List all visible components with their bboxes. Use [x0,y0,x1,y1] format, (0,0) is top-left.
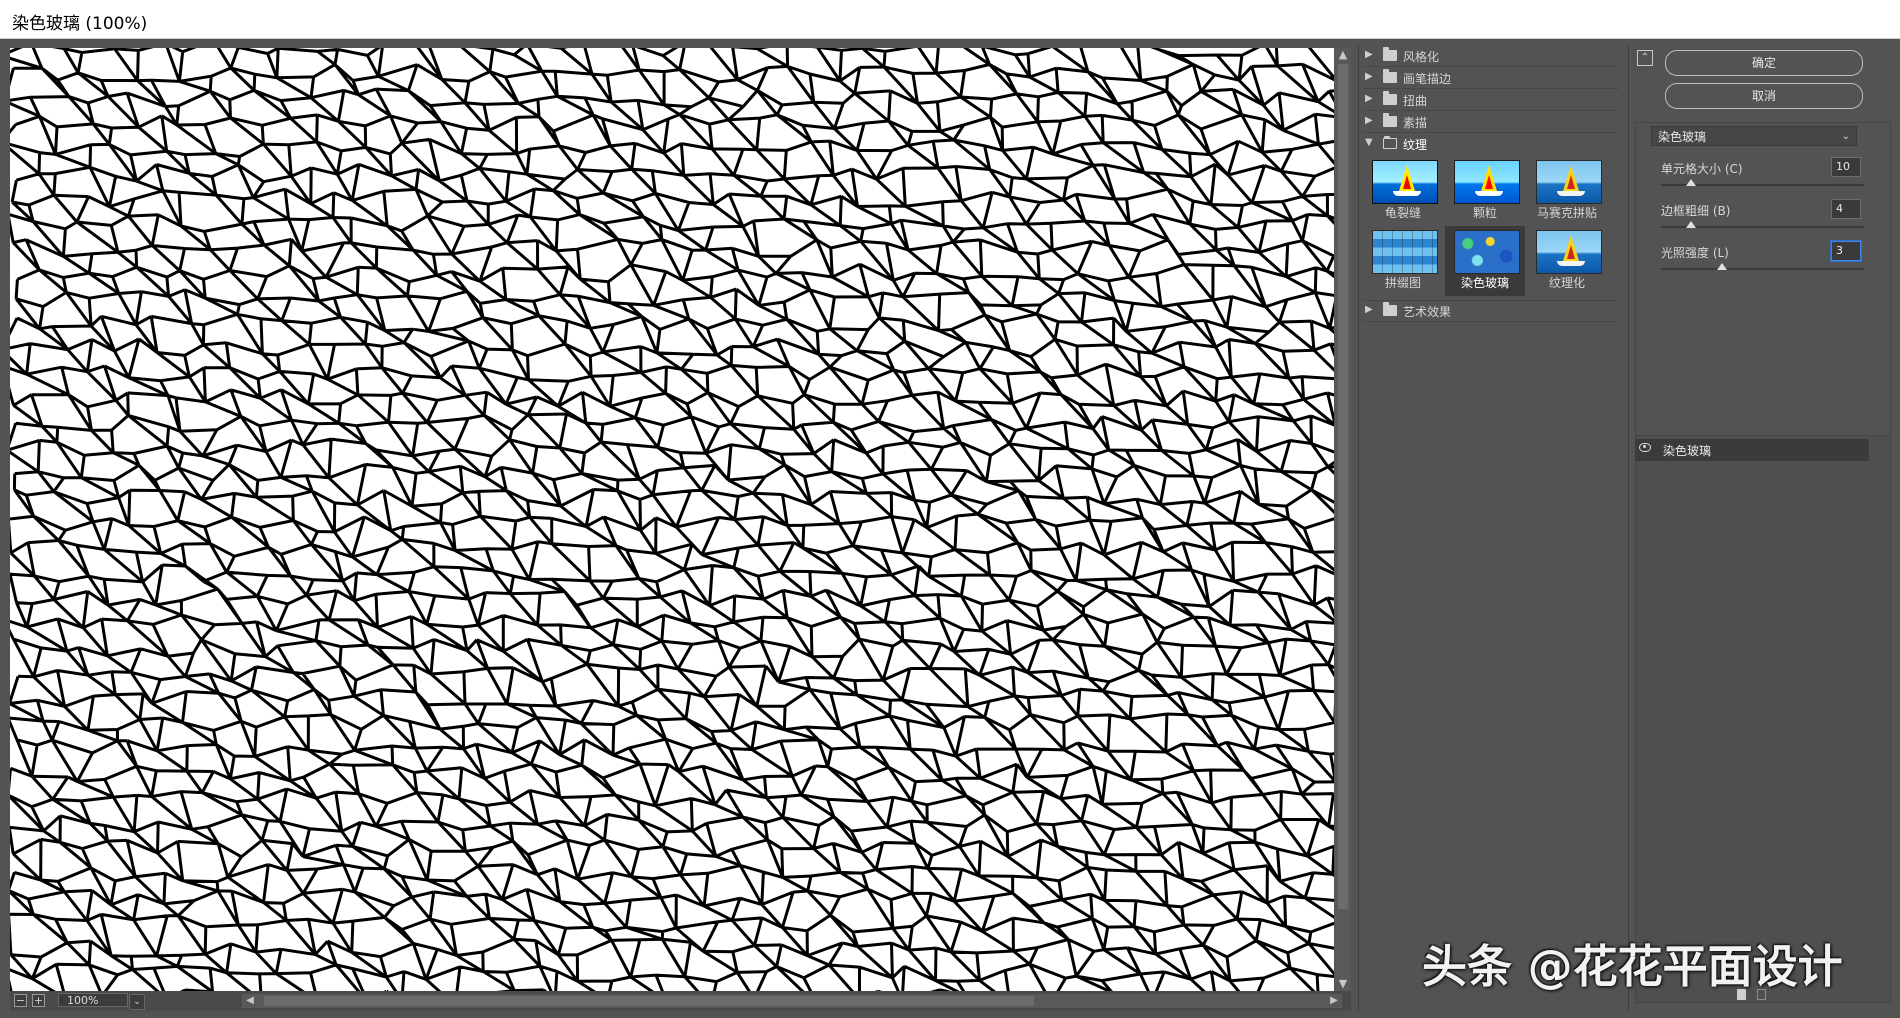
category-artistic[interactable]: ▶ 艺术效果 [1363,300,1619,322]
zoom-value: 100% [67,994,99,1007]
filter-label: 龟裂缝 [1384,206,1421,220]
collapse-gallery-icon[interactable]: ⌃ [1637,50,1653,66]
filter-thumbnail [1454,230,1520,274]
stained-glass-preview [10,48,1334,991]
expand-arrow-icon[interactable]: ▶ [1365,49,1373,60]
category-distort[interactable]: ▶ 扭曲 [1363,90,1619,111]
preview-canvas[interactable] [10,48,1334,991]
filter-label: 染色玻璃 [1460,276,1509,290]
filter-mosaic-tiles[interactable]: 马赛克拼贴 [1527,156,1607,226]
filter-craquelure[interactable]: 龟裂缝 [1363,156,1443,226]
filter-thumbnail [1372,160,1438,204]
filter-thumbnail [1454,160,1520,204]
folder-icon [1383,302,1397,316]
filter-grain[interactable]: 颗粒 [1445,156,1525,226]
slider-knob[interactable] [1686,221,1697,228]
category-label: 画笔描边 [1403,72,1452,86]
category-label: 风格化 [1403,50,1440,64]
expand-arrow-icon[interactable]: ▶ [1365,115,1373,126]
param-label: 单元格大小 (C) [1661,162,1743,176]
category-label: 艺术效果 [1403,305,1452,319]
layer-name: 染色玻璃 [1663,444,1712,458]
vertical-scroll-thumb[interactable] [1338,64,1348,909]
horizontal-scroll-thumb[interactable] [264,996,1034,1006]
collapse-arrow-icon[interactable]: ▼ [1365,137,1373,148]
expand-arrow-icon[interactable]: ▶ [1365,71,1373,82]
category-label: 扭曲 [1403,94,1428,108]
preview-bottom-bar: − + 100% ⌄ ◀ ▶ [10,991,1351,1011]
category-sketch[interactable]: ▶ 素描 [1363,112,1619,133]
watermark: 头条 @花花平面设计 [1422,940,1843,993]
scroll-left-icon[interactable]: ◀ [242,994,258,1008]
filter-texturizer[interactable]: 纹理化 [1527,226,1607,296]
chevron-down-icon[interactable]: ⌄ [1842,127,1850,147]
effect-layer-row[interactable]: 染色玻璃 [1635,439,1869,461]
filter-label: 拼缀图 [1384,276,1421,290]
eye-icon[interactable] [1639,443,1651,452]
scroll-up-icon[interactable]: ▲ [1335,48,1351,62]
folder-icon [1383,69,1397,83]
param-cell-size: 单元格大小 (C) 10 [1661,157,1864,200]
filter-label: 纹理化 [1548,276,1585,290]
cell-size-input[interactable]: 10 [1831,157,1861,177]
expand-arrow-icon[interactable]: ▶ [1365,93,1373,104]
slider-knob[interactable] [1716,263,1727,270]
filter-stained-glass[interactable]: 染色玻璃 [1445,226,1525,296]
preview-horizontal-scrollbar[interactable]: ◀ ▶ [242,994,1342,1008]
folder-icon [1383,91,1397,105]
scroll-right-icon[interactable]: ▶ [1326,994,1342,1008]
light-intensity-slider[interactable] [1661,268,1864,270]
window-title: 染色玻璃 (100%) [12,14,148,34]
folder-icon [1383,47,1397,61]
title-bar: 染色玻璃 (100%) [0,0,1900,39]
light-intensity-input[interactable]: 3 [1831,241,1861,261]
filter-select-value: 染色玻璃 [1658,130,1707,144]
zoom-in-button[interactable]: + [32,994,45,1007]
zoom-out-button[interactable]: − [14,994,27,1007]
folder-icon [1383,113,1397,127]
filter-type-select[interactable]: 染色玻璃 ⌄ [1651,126,1857,146]
slider-knob[interactable] [1686,179,1697,186]
param-light-intensity: 光照强度 (L) 3 [1661,241,1864,284]
filter-thumbnail [1536,160,1602,204]
chevron-down-icon[interactable]: ⌄ [129,994,145,1010]
border-thickness-input[interactable]: 4 [1831,199,1861,219]
category-stylize[interactable]: ▶ 风格化 [1363,46,1619,67]
param-label: 光照强度 (L) [1661,246,1729,260]
filter-patchwork[interactable]: 拼缀图 [1363,226,1443,296]
category-label: 纹理 [1403,138,1428,152]
category-brush-strokes[interactable]: ▶ 画笔描边 [1363,68,1619,89]
category-texture[interactable]: ▼ 纹理 [1363,134,1619,154]
expand-arrow-icon[interactable]: ▶ [1365,304,1373,315]
filter-thumbnail [1536,230,1602,274]
param-border-thickness: 边框粗细 (B) 4 [1661,199,1864,242]
scroll-down-icon[interactable]: ▼ [1335,977,1351,991]
filter-thumbnail [1372,230,1438,274]
preview-vertical-scrollbar[interactable]: ▲ ▼ [1335,48,1351,991]
effect-layers-panel [1635,435,1891,1003]
ok-button[interactable]: 确定 [1665,50,1863,76]
filter-label: 马赛克拼贴 [1536,206,1597,220]
cancel-button[interactable]: 取消 [1665,83,1863,109]
param-label: 边框粗细 (B) [1661,204,1731,218]
filter-label: 颗粒 [1472,206,1497,220]
category-label: 素描 [1403,116,1428,130]
filter-gallery: ▶ 风格化 ▶ 画笔描边 ▶ 扭曲 ▶ 素描 ▼ 纹理 龟裂缝 颗粒 马赛克拼贴… [1358,46,1625,1010]
zoom-select[interactable]: 100% ⌄ [58,993,145,1010]
open-folder-icon [1383,136,1397,149]
settings-panel: ⌃ 确定 取消 染色玻璃 ⌄ 单元格大小 (C) 10 边框粗细 (B) 4 光… [1628,46,1895,1010]
